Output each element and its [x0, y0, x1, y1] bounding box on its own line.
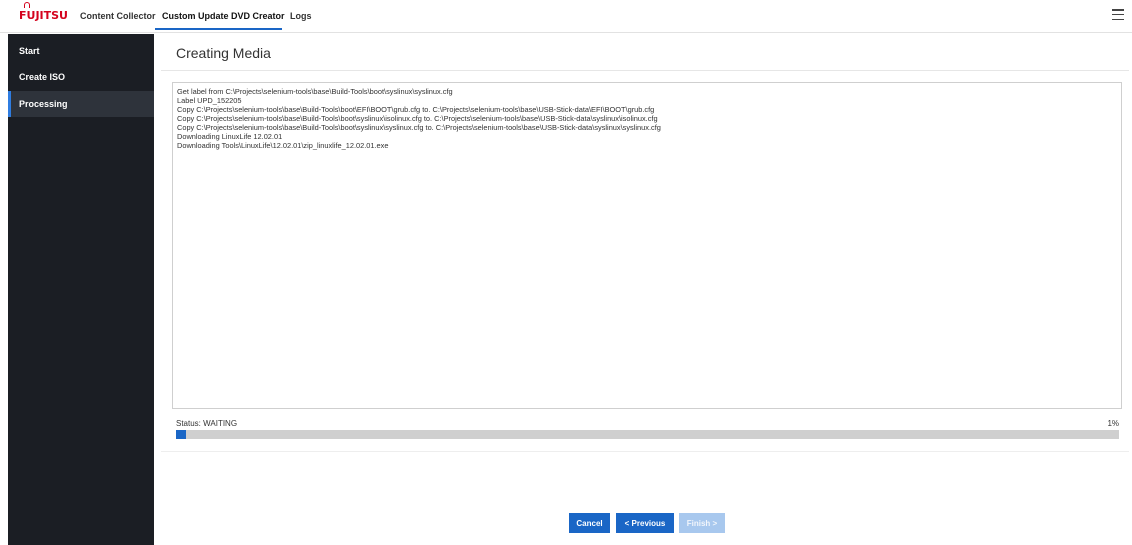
log-line: Copy C:\Projects\selenium-tools\base\Bui…	[177, 123, 661, 132]
status-text: Status: WAITING	[176, 419, 238, 428]
page-title: Creating Media	[176, 45, 271, 61]
progress-percent: 1%	[1107, 419, 1119, 428]
tab-custom-update-dvd-creator[interactable]: Custom Update DVD Creator	[162, 11, 285, 21]
active-tab-indicator	[155, 28, 282, 30]
hamburger-icon[interactable]	[1112, 9, 1124, 20]
sidebar-item-start[interactable]: Start	[8, 38, 154, 64]
log-line: Downloading LinuxLife 12.02.01	[177, 132, 283, 141]
content-divider	[161, 451, 1129, 452]
finish-button[interactable]: Finish >	[679, 513, 725, 533]
top-navigation-bar: FUJITSU Content Collector Custom Update …	[0, 0, 1132, 33]
log-line: Downloading Tools\LinuxLife\12.02.01\zip…	[177, 141, 389, 150]
tab-content-collector[interactable]: Content Collector	[80, 11, 156, 21]
logo-text: FUJITSU	[19, 9, 68, 22]
title-divider	[161, 70, 1129, 71]
cancel-button[interactable]: Cancel	[569, 513, 610, 533]
previous-button[interactable]: < Previous	[616, 513, 674, 533]
progress-bar	[176, 430, 1119, 439]
progress-bar-fill	[176, 430, 187, 439]
sidebar-item-create-iso[interactable]: Create ISO	[8, 64, 154, 90]
log-line: Copy C:\Projects\selenium-tools\base\Bui…	[177, 114, 658, 123]
wizard-sidebar: Start Create ISO Processing	[8, 34, 154, 545]
log-output-box[interactable]: Get label from C:\Projects\selenium-tool…	[172, 82, 1122, 409]
tab-logs[interactable]: Logs	[290, 11, 312, 21]
log-line: Get label from C:\Projects\selenium-tool…	[177, 87, 453, 96]
log-line: Label UPD_152205	[177, 96, 242, 105]
logo-infinity-icon	[24, 2, 30, 8]
log-line: Copy C:\Projects\selenium-tools\base\Bui…	[177, 105, 655, 114]
sidebar-item-processing[interactable]: Processing	[8, 91, 154, 117]
